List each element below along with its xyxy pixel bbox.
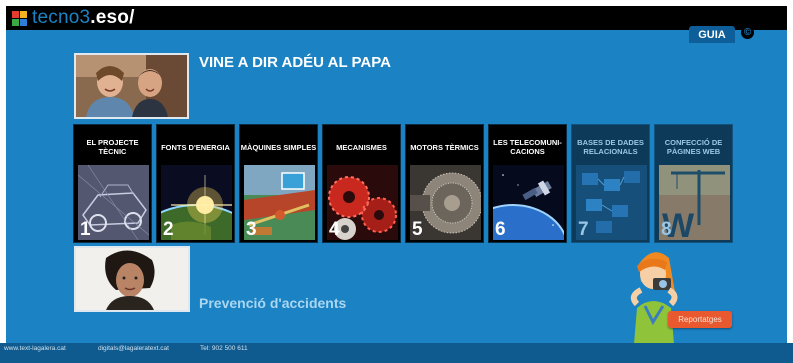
module-number: 8 — [661, 219, 672, 240]
module-label: CONFECCIÓ DE PÀGINES WEB — [664, 138, 723, 156]
module-number: 1 — [80, 219, 91, 240]
logo-square-yellow — [20, 10, 27, 18]
module-tile-2[interactable]: FONTS D'ENERGIA 2 — [156, 124, 235, 243]
logo-square-blue — [20, 18, 27, 26]
logo-square-green — [12, 18, 19, 26]
featured-video-thumbnail[interactable] — [74, 53, 189, 119]
top-bar: tecno3.eso/ — [6, 6, 787, 30]
module-tile-8[interactable]: CONFECCIÓ DE PÀGINES WEB W 8 — [654, 124, 733, 243]
module-number: 3 — [246, 219, 257, 240]
module-label: FONTS D'ENERGIA — [161, 142, 230, 152]
footer-phone: Tel: 902 500 611 — [200, 345, 248, 352]
module-label: MÀQUINES SIMPLES — [240, 142, 317, 152]
module-label: LES TELECOMUNI-CACIONS — [493, 138, 562, 156]
logo-prefix: tecno3 — [32, 7, 91, 28]
module-tile-3[interactable]: MÀQUINES SIMPLES 3 — [239, 124, 318, 243]
module-number: 2 — [163, 219, 174, 240]
module-label: EL PROJECTE TÈCNIC — [86, 138, 139, 156]
module-label: MECANISMES — [336, 142, 387, 152]
module-grid: EL PROJECTE TÈCNIC 1 FONTS D'ENERGIA 2 M… — [73, 124, 734, 243]
app-window: tecno3.eso/ GUIA © VINE A DIR ADÉU AL PA… — [6, 6, 787, 356]
module-tile-6[interactable]: LES TELECOMUNI-CACIONS 6 — [488, 124, 567, 243]
module-tile-4[interactable]: MECANISMES 4 — [322, 124, 401, 243]
featured-video-title[interactable]: VINE A DIR ADÉU AL PAPA — [199, 53, 399, 72]
module-number: 7 — [578, 219, 589, 240]
module-number: 6 — [495, 219, 506, 240]
logo-text: tecno3.eso/ — [32, 8, 135, 28]
logo-square-red — [12, 10, 19, 18]
reportatges-button[interactable]: Reportatges — [668, 311, 732, 328]
footer-website-link[interactable]: www.text-lagalera.cat — [4, 344, 66, 354]
module-tile-5[interactable]: MOTORS TÈRMICS 5 — [405, 124, 484, 243]
module-number: 5 — [412, 219, 423, 240]
module-label: MOTORS TÈRMICS — [410, 142, 479, 152]
guia-tab[interactable]: GUIA — [689, 26, 735, 43]
logo-grid-icon — [12, 10, 27, 26]
module-number: 4 — [329, 219, 340, 240]
accident-video-title[interactable]: Prevenció d'accidents — [199, 295, 346, 311]
girl-camera-mascot — [623, 246, 689, 356]
module-tile-7[interactable]: BASES DE DADES RELACIONALS 7 — [571, 124, 650, 243]
logo-suffix: .eso/ — [90, 7, 135, 28]
module-label: BASES DE DADES RELACIONALS — [577, 138, 644, 156]
module-tile-1[interactable]: EL PROJECTE TÈCNIC 1 — [73, 124, 152, 243]
footer-email-link[interactable]: digitals@lagaleratext.cat — [98, 344, 169, 354]
accident-video-thumbnail[interactable] — [74, 246, 190, 312]
footer-bar: www.text-lagalera.cat digitals@lagalerat… — [0, 343, 793, 363]
logo[interactable]: tecno3.eso/ — [12, 8, 135, 28]
copyright-icon[interactable]: © — [741, 26, 754, 39]
